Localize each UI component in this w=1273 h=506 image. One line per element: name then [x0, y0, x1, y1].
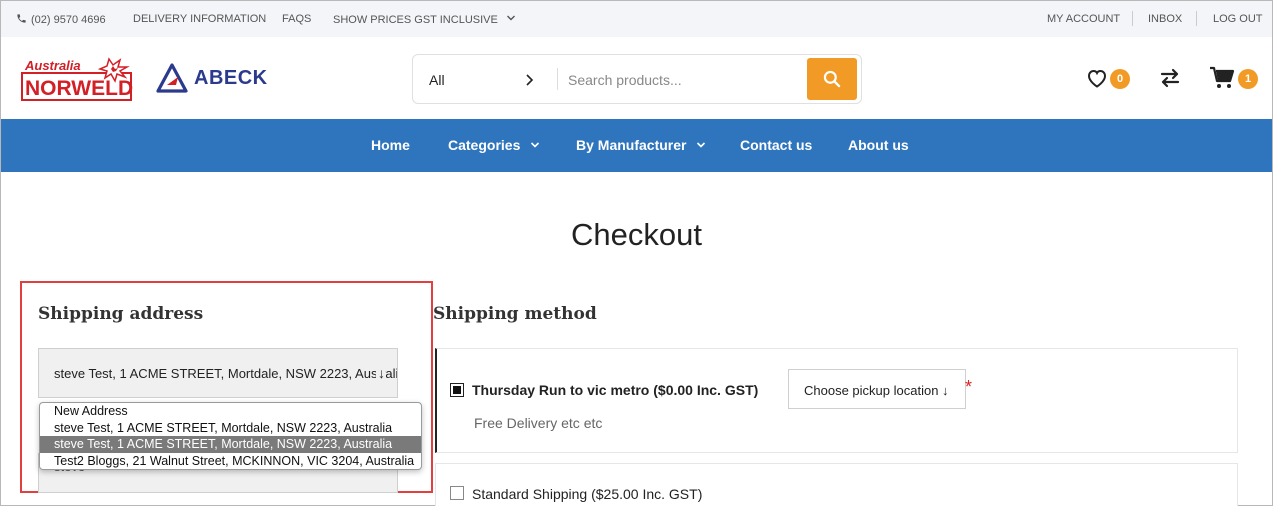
nav-categories-label: Categories — [448, 137, 521, 153]
pickup-location-label: Choose pickup location — [804, 383, 939, 398]
page-title: Checkout — [571, 217, 702, 252]
chevron-down-icon — [506, 15, 515, 21]
norweld-logo[interactable]: Australia NORWELD — [21, 56, 133, 102]
shipping-option-checkbox[interactable] — [450, 486, 464, 500]
abeck-mark-icon — [156, 63, 188, 93]
phone-link[interactable]: (02) 9570 4696 — [16, 13, 106, 26]
phone-icon — [17, 14, 26, 23]
nav-home[interactable]: Home — [371, 137, 410, 153]
abeck-logo[interactable]: ABECK — [156, 61, 268, 95]
search-divider — [557, 68, 558, 90]
shipping-option-checkbox-checked[interactable] — [450, 383, 464, 397]
gst-toggle-label: SHOW PRICES GST INCLUSIVE — [333, 14, 498, 26]
chevron-right-icon[interactable] — [525, 71, 535, 89]
required-asterisk: * — [965, 377, 973, 397]
address-option-highlighted[interactable]: steve Test, 1 ACME STREET, Mortdale, NSW… — [40, 436, 421, 453]
shipping-address-select[interactable]: steve Test, 1 ACME STREET, Mortdale, NSW… — [38, 348, 398, 398]
arrow-down-icon: ↓ — [942, 383, 949, 398]
cart-icon — [1210, 66, 1235, 88]
chevron-down-icon — [697, 142, 706, 148]
shipping-option-label: Standard Shipping ($25.00 Inc. GST) — [472, 486, 703, 502]
nav-contact[interactable]: Contact us — [740, 137, 812, 153]
nav-by-manufacturer[interactable]: By Manufacturer — [576, 137, 706, 153]
search-category-select[interactable]: All — [429, 72, 445, 88]
search-bar: All — [412, 54, 862, 104]
main-nav: Home Categories By Manufacturer Contact … — [1, 119, 1272, 172]
search-icon — [823, 70, 841, 88]
topbar-divider — [1132, 11, 1133, 26]
address-option[interactable]: steve Test, 1 ACME STREET, Mortdale, NSW… — [40, 420, 421, 437]
nav-categories[interactable]: Categories — [448, 137, 540, 153]
search-input[interactable] — [568, 69, 803, 91]
shipping-option-label: Thursday Run to vic metro ($0.00 Inc. GS… — [472, 382, 759, 398]
wishlist-button[interactable] — [1085, 66, 1111, 92]
my-account-link[interactable]: MY ACCOUNT — [1047, 13, 1120, 25]
norweld-logo-top-text: Australia — [24, 58, 81, 73]
shipping-option-description: Free Delivery etc etc — [474, 415, 603, 431]
phone-number: (02) 9570 4696 — [31, 14, 106, 26]
logout-link[interactable]: LOG OUT — [1213, 13, 1263, 25]
shipping-address-selected: steve Test, 1 ACME STREET, Mortdale, NSW… — [54, 366, 398, 381]
shipping-address-heading: Shipping address — [38, 304, 204, 324]
norweld-logo-main-text: NORWELD — [25, 77, 133, 100]
address-option[interactable]: New Address — [40, 403, 421, 420]
inbox-link[interactable]: INBOX — [1148, 13, 1182, 25]
shipping-method-heading: Shipping method — [433, 304, 597, 324]
compare-button[interactable] — [1158, 66, 1184, 92]
chevron-down-icon — [531, 142, 540, 148]
nav-about[interactable]: About us — [848, 137, 909, 153]
faqs-link[interactable]: FAQS — [282, 13, 311, 25]
abeck-logo-text: ABECK — [194, 66, 268, 89]
shipping-address-options: New Address steve Test, 1 ACME STREET, M… — [39, 402, 422, 470]
arrow-down-icon: ↓ — [376, 365, 385, 381]
top-bar: (02) 9570 4696 DELIVERY INFORMATION FAQS… — [1, 1, 1272, 37]
delivery-info-link[interactable]: DELIVERY INFORMATION — [133, 13, 266, 25]
gst-toggle[interactable]: SHOW PRICES GST INCLUSIVE — [333, 13, 516, 26]
search-button[interactable] — [807, 58, 857, 100]
cart-count-badge: 1 — [1238, 69, 1258, 89]
compare-arrows-icon — [1160, 68, 1180, 88]
heart-icon — [1087, 69, 1107, 88]
topbar-divider — [1196, 11, 1197, 26]
wishlist-count-badge: 0 — [1110, 69, 1130, 89]
nav-manufacturer-label: By Manufacturer — [576, 137, 687, 153]
address-option[interactable]: Test2 Bloggs, 21 Walnut Street, MCKINNON… — [40, 453, 421, 470]
cart-button[interactable] — [1209, 66, 1235, 92]
pickup-location-select[interactable]: Choose pickup location ↓ — [788, 369, 966, 409]
